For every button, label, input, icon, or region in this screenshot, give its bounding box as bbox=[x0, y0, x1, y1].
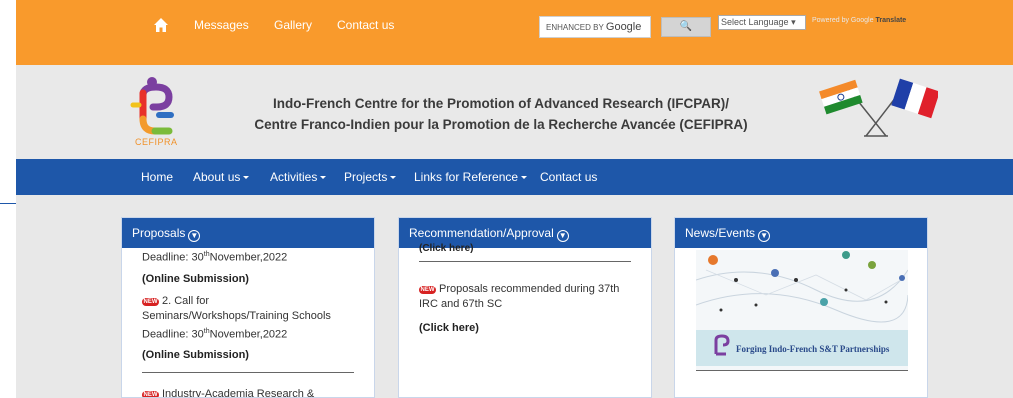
page-title: Indo-French Centre for the Promotion of … bbox=[216, 93, 786, 135]
deadline-2-suffix: November,2022 bbox=[209, 328, 288, 341]
search-button[interactable]: 🔍 bbox=[661, 17, 711, 37]
chevron-down-icon bbox=[390, 176, 397, 180]
proposals-item-3-partial[interactable]: NEW Industry-Academia Research & bbox=[142, 387, 354, 398]
divider bbox=[696, 370, 908, 371]
nav-home[interactable]: Home bbox=[141, 170, 173, 184]
powered-prefix: Powered by bbox=[812, 17, 849, 24]
item-2-line-2: Seminars/Workshops/Training Schools bbox=[142, 309, 331, 322]
nav-links-for-reference[interactable]: Links for Reference bbox=[414, 170, 528, 184]
search-icon: 🔍 bbox=[679, 21, 693, 32]
proposals-card-header[interactable]: Proposals ▼ bbox=[122, 218, 374, 248]
language-select[interactable]: Select Language ▾ bbox=[718, 15, 806, 30]
recommendation-card-title: Recommendation/Approval bbox=[409, 226, 554, 240]
news-events-card: News/Events ▼ Forging Indo-French S&T Par… bbox=[674, 217, 928, 398]
powered-brand: Google bbox=[850, 17, 874, 24]
site-header: CEFIPRA Indo-French Centre for the Promo… bbox=[16, 65, 1013, 159]
recommendation-item[interactable]: NEW Proposals recommended during 37th IRC… bbox=[419, 282, 631, 312]
search-enhanced-label: ENHANCED BY bbox=[546, 23, 604, 32]
deadline-1-suffix: November,2022 bbox=[209, 251, 288, 264]
news-banner-image[interactable]: Forging Indo-French S&T Partnerships bbox=[696, 250, 908, 370]
nav-home-label: Home bbox=[141, 170, 174, 184]
chevron-down-icon bbox=[320, 176, 327, 180]
recommendation-card: Recommendation/Approval ▼ (Click here) NE… bbox=[398, 217, 652, 398]
india-france-flags-icon bbox=[819, 78, 938, 137]
recommendation-card-body: (Click here) NEW Proposals recommended du… bbox=[399, 241, 651, 336]
nav-activities[interactable]: Activities bbox=[270, 170, 327, 184]
powered-by-google-translate[interactable]: Powered by Google Translate bbox=[812, 17, 906, 24]
new-badge-icon: NEW bbox=[142, 297, 159, 306]
deadline-1-prefix: Deadline: 30 bbox=[142, 251, 204, 264]
top-link-contact-us[interactable]: Contact us bbox=[337, 18, 394, 32]
top-link-messages[interactable]: Messages bbox=[194, 18, 249, 32]
nav-links-label: Links for Reference bbox=[414, 170, 519, 184]
click-here-link-top[interactable]: (Click here) bbox=[419, 241, 631, 256]
news-banner-text: Forging Indo-French S&T Partnerships bbox=[736, 344, 890, 354]
click-here-link[interactable]: (Click here) bbox=[419, 321, 631, 336]
item-2-line-1: 2. Call for bbox=[162, 294, 210, 307]
home-icon[interactable] bbox=[153, 17, 169, 33]
language-select-value: Select Language bbox=[721, 17, 789, 27]
top-bar: Messages Gallery Contact us ENHANCED BY … bbox=[16, 0, 1013, 65]
nav-about-us[interactable]: About us bbox=[193, 170, 250, 184]
title-line-english: Indo-French Centre for the Promotion of … bbox=[272, 96, 730, 111]
new-badge-icon: NEW bbox=[142, 391, 159, 398]
nav-projects-label: Projects bbox=[344, 170, 388, 184]
online-submission-link-1[interactable]: (Online Submission) bbox=[142, 272, 354, 287]
proposals-card-body: Deadline: 30thNovember,2022 (Online Subm… bbox=[122, 247, 374, 398]
nav-about-us-label: About us bbox=[193, 170, 241, 184]
title-line-french: Centre Franco-Indien pour la Promotion d… bbox=[254, 117, 748, 132]
proposals-card: Proposals ▼ Deadline: 30thNovember,2022 (… bbox=[121, 217, 375, 398]
search-input[interactable]: ENHANCED BY Google bbox=[539, 16, 651, 38]
search-google-label: Google bbox=[605, 21, 642, 33]
recommendation-text: Proposals recommended during 37th IRC an… bbox=[419, 283, 620, 310]
proposals-card-title: Proposals bbox=[132, 226, 186, 240]
nav-activities-label: Activities bbox=[270, 170, 318, 184]
chevron-down-icon bbox=[243, 176, 250, 180]
nav-projects[interactable]: Projects bbox=[344, 170, 397, 184]
logo-text: CEFIPRA bbox=[135, 137, 178, 147]
nav-contact-us[interactable]: Contact us bbox=[540, 170, 597, 184]
proposals-deadline-1: Deadline: 30thNovember,2022 bbox=[142, 247, 354, 266]
powered-translate: Translate bbox=[875, 17, 907, 24]
item-3-text: Industry-Academia Research & bbox=[162, 388, 315, 398]
arrow-down-circle-icon[interactable]: ▼ bbox=[758, 230, 771, 242]
new-badge-icon: NEW bbox=[419, 286, 436, 294]
chevron-down-icon bbox=[521, 176, 528, 180]
online-submission-link-2[interactable]: (Online Submission) bbox=[142, 348, 354, 363]
top-link-gallery[interactable]: Gallery bbox=[274, 18, 312, 32]
nav-contact-us-label: Contact us bbox=[540, 170, 598, 184]
proposals-item-2[interactable]: NEW 2. Call for Seminars/Workshops/Traini… bbox=[142, 294, 354, 343]
page: Messages Gallery Contact us ENHANCED BY … bbox=[16, 0, 1013, 398]
main-nav: Home About us Activities Projects Links … bbox=[16, 159, 1013, 195]
arrow-down-circle-icon[interactable]: ▼ bbox=[188, 230, 201, 242]
news-events-card-header[interactable]: News/Events ▼ bbox=[675, 218, 927, 248]
news-events-card-title: News/Events bbox=[685, 226, 756, 240]
deadline-2-prefix: Deadline: 30 bbox=[142, 328, 204, 341]
